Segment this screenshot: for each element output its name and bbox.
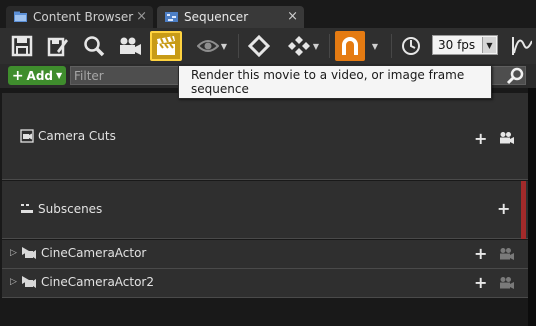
tab-close-button[interactable]: ×: [136, 9, 147, 24]
frame-rate-value: 30 fps: [438, 38, 476, 52]
render-tooltip: Render this movie to a video, or image f…: [178, 65, 492, 99]
curve-editor-button[interactable]: [508, 31, 534, 61]
view-options-button[interactable]: ▼: [192, 31, 232, 61]
sequencer-icon: [165, 12, 178, 22]
subscene-accent-strip: [521, 181, 526, 239]
cine-camera-icon: [22, 276, 36, 288]
eye-icon: [196, 40, 219, 52]
camera-cuts-icon: [20, 129, 34, 143]
tab-label: Sequencer: [184, 10, 249, 24]
track-name: CineCameraActor: [41, 246, 147, 260]
folder-icon: [14, 11, 27, 22]
search-icon[interactable]: [506, 67, 524, 85]
subscenes-icon: [21, 204, 33, 213]
track-name: Subscenes: [38, 202, 103, 216]
expand-arrow-icon[interactable]: ▷: [10, 277, 18, 287]
key-diamond-icon: [248, 35, 270, 57]
add-track-section-button[interactable]: +: [474, 246, 487, 262]
track-name: CineCameraActor2: [41, 275, 155, 289]
toolbar-divider: [238, 34, 239, 58]
save-as-icon: [47, 37, 68, 57]
find-in-browser-button[interactable]: [80, 31, 108, 61]
expand-arrow-icon[interactable]: ▷: [10, 248, 18, 258]
tab-close-button[interactable]: ×: [287, 9, 298, 24]
plus-icon: +: [11, 67, 24, 84]
add-track-section-button[interactable]: +: [474, 275, 487, 291]
camera-icon[interactable]: [499, 131, 515, 145]
keyframe-cluster-icon: [287, 36, 310, 56]
tab-bar: Content Browser × Sequencer ×: [0, 0, 536, 28]
chevron-down-icon: ▼: [482, 37, 496, 53]
add-subscene-button[interactable]: +: [497, 201, 510, 217]
play-rate-button[interactable]: [398, 31, 424, 61]
frame-rate-select[interactable]: 30 fps ▼: [432, 35, 498, 55]
tab-content-browser[interactable]: Content Browser ×: [6, 6, 153, 28]
track-label-row: Camera Cuts: [20, 129, 116, 143]
toolbar-divider: [391, 34, 392, 58]
track-name: Camera Cuts: [38, 129, 116, 143]
chevron-down-icon: ▼: [56, 71, 63, 80]
magnet-icon: [342, 37, 358, 55]
snapping-button[interactable]: [335, 31, 365, 61]
camera-icon: [120, 37, 141, 55]
tab-sequencer[interactable]: Sequencer ×: [157, 6, 304, 28]
track-list: Camera Cuts + Subscenes + ▷ CineCameraAc…: [0, 88, 528, 326]
scrollbar-track[interactable]: [528, 88, 536, 326]
tab-label: Content Browser: [33, 10, 134, 24]
track-subscenes[interactable]: Subscenes +: [2, 181, 528, 239]
track-label-row: ▷ CineCameraActor: [10, 246, 146, 260]
clock-icon: [402, 37, 420, 55]
toolbar-divider: [329, 34, 330, 58]
camera-icon[interactable]: [499, 247, 515, 261]
chevron-down-icon: ▼: [312, 41, 320, 51]
create-camera-button[interactable]: [115, 31, 145, 61]
track-camera-cuts[interactable]: Camera Cuts +: [2, 93, 528, 180]
track-label-row: Subscenes: [20, 202, 102, 216]
search-icon: [84, 36, 105, 57]
track-label-row: ▷ CineCameraActor2: [10, 275, 154, 289]
clapperboard-icon: [157, 36, 175, 55]
add-track-section-button[interactable]: +: [474, 131, 487, 147]
save-as-button[interactable]: [44, 31, 72, 61]
auto-key-button[interactable]: ▼: [283, 31, 323, 61]
save-button[interactable]: [8, 31, 36, 61]
key-button[interactable]: [245, 31, 273, 61]
save-icon: [11, 35, 33, 57]
track-cine-camera-actor[interactable]: ▷ CineCameraActor +: [2, 240, 528, 269]
chevron-down-icon: ▼: [371, 41, 379, 51]
add-track-button[interactable]: + Add ▼: [8, 66, 66, 85]
add-button-label: Add: [26, 68, 54, 83]
curve-editor-icon: [512, 37, 532, 55]
chevron-down-icon: ▼: [220, 41, 228, 51]
track-cine-camera-actor-2[interactable]: ▷ CineCameraActor2 +: [2, 269, 528, 298]
camera-icon[interactable]: [499, 276, 515, 290]
render-movie-button[interactable]: [150, 31, 182, 61]
cine-camera-icon: [22, 247, 36, 259]
snapping-options-dropdown[interactable]: ▼: [367, 31, 381, 61]
